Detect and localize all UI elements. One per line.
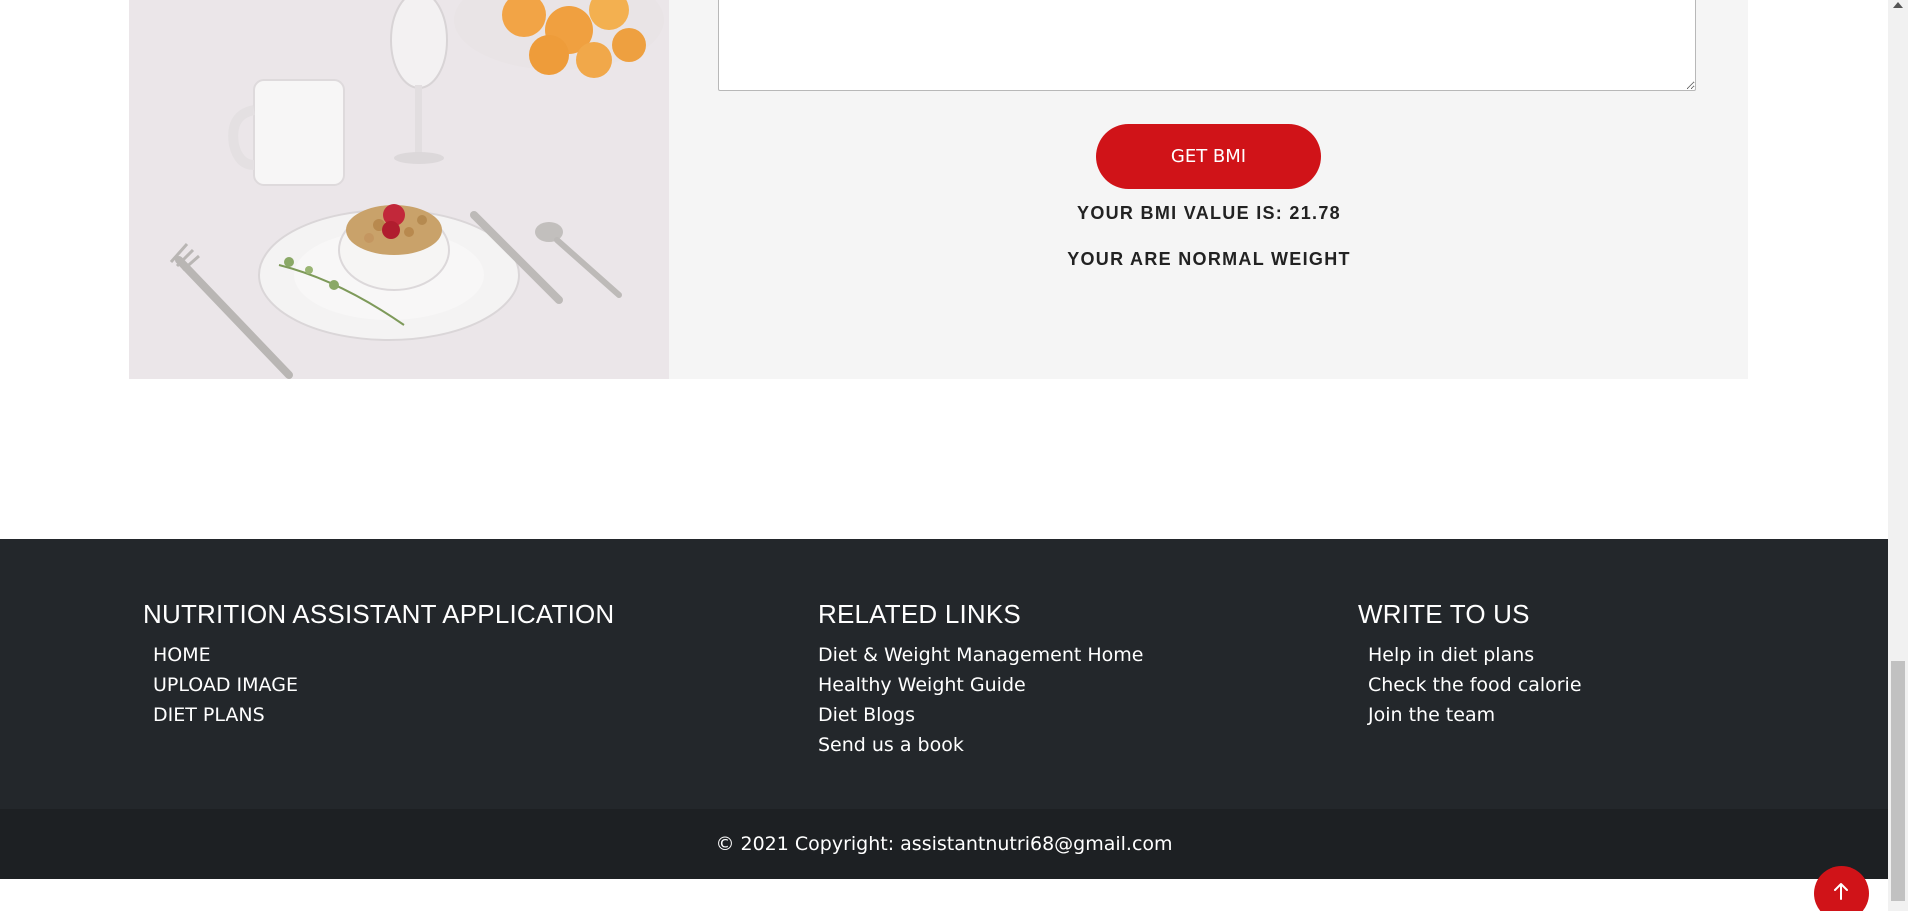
- footer-links-related: Diet & Weight Management Home Healthy We…: [818, 640, 1144, 760]
- copyright-bar: © 2021 Copyright: assistantnutri68@gmail…: [0, 809, 1888, 879]
- footer-links-app: HOME UPLOAD IMAGE DIET PLANS: [143, 640, 614, 730]
- vertical-scrollbar[interactable]: [1888, 0, 1908, 911]
- footer-link-home[interactable]: HOME: [153, 644, 211, 666]
- footer-heading-app: NUTRITION ASSISTANT APPLICATION: [143, 599, 615, 629]
- footer-column-related: RELATED LINKS Diet & Weight Management H…: [818, 599, 1144, 760]
- footer-link-join-team[interactable]: Join the team: [1368, 704, 1495, 726]
- footer-link-help-diet-plans[interactable]: Help in diet plans: [1368, 644, 1534, 666]
- footer-link-diet-weight-home[interactable]: Diet & Weight Management Home: [818, 644, 1144, 666]
- footer-link-diet-blogs[interactable]: Diet Blogs: [818, 704, 915, 726]
- footer-column-app: NUTRITION ASSISTANT APPLICATION HOME UPL…: [143, 599, 614, 730]
- footer-link-diet-plans[interactable]: DIET PLANS: [153, 704, 265, 726]
- arrow-up-icon: [1834, 883, 1848, 900]
- bmi-value-text: YOUR BMI VALUE IS: 21.78: [1077, 203, 1341, 223]
- footer-heading-related: RELATED LINKS: [818, 599, 1021, 629]
- bmi-section: GET BMI YOUR BMI VALUE IS: 21.78 YOUR AR…: [129, 0, 1748, 379]
- footer-column-write: WRITE TO US Help in diet plans Check the…: [1358, 599, 1582, 730]
- get-bmi-button[interactable]: GET BMI: [1096, 124, 1321, 189]
- scroll-up-arrow-icon[interactable]: [1893, 2, 1903, 8]
- page: GET BMI YOUR BMI VALUE IS: 21.78 YOUR AR…: [0, 0, 1908, 911]
- footer-links-write: Help in diet plans Check the food calori…: [1358, 640, 1582, 730]
- footer: NUTRITION ASSISTANT APPLICATION HOME UPL…: [0, 539, 1888, 809]
- bmi-status-text: YOUR ARE NORMAL WEIGHT: [1067, 249, 1351, 269]
- breakfast-table-photo: [129, 0, 669, 379]
- footer-heading-write: WRITE TO US: [1358, 599, 1530, 629]
- notes-textarea[interactable]: [718, 0, 1696, 91]
- copyright-text: © 2021 Copyright: assistantnutri68@gmail…: [715, 833, 1173, 855]
- footer-link-check-calorie[interactable]: Check the food calorie: [1368, 674, 1582, 696]
- footer-link-healthy-weight-guide[interactable]: Healthy Weight Guide: [818, 674, 1026, 696]
- scroll-thumb[interactable]: [1891, 661, 1905, 901]
- footer-link-send-book[interactable]: Send us a book: [818, 734, 964, 756]
- footer-link-upload-image[interactable]: UPLOAD IMAGE: [153, 674, 298, 696]
